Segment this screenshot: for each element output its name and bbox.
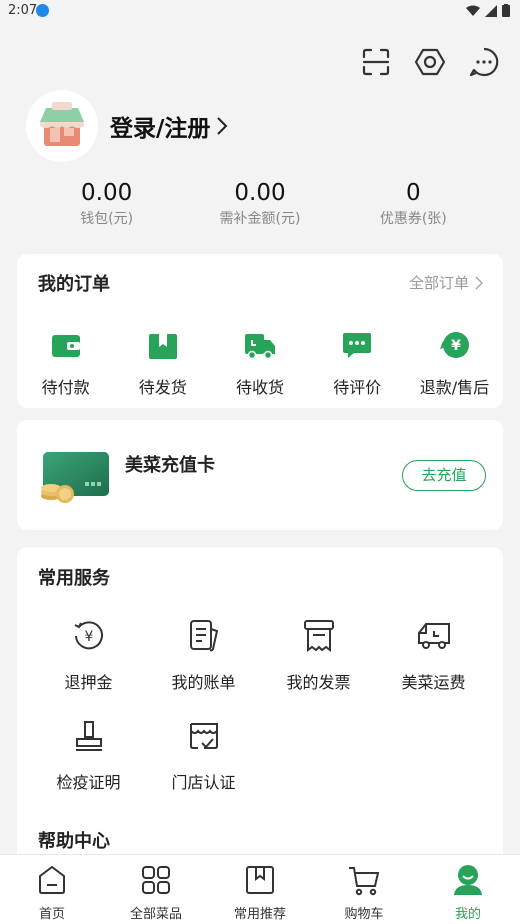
stat-value: 0: [405, 180, 421, 206]
status-time: 2:07: [8, 3, 38, 18]
wallet-icon: [51, 335, 80, 357]
download-icon: [36, 4, 49, 17]
cart-icon: [349, 867, 380, 896]
package-icon: [148, 334, 177, 359]
order-label: 待付款: [41, 378, 90, 397]
service-label: 我的发票: [286, 673, 351, 692]
stat-value: 0.00: [234, 180, 286, 206]
service-label: 门店认证: [171, 773, 236, 792]
services-title: 常用服务: [38, 568, 110, 589]
home-icon: [39, 866, 65, 894]
tab-home[interactable]: 首页: [0, 855, 104, 924]
services-grid: ¥ 退押金 我的账单 我的发票 美菜运费 检疫证明 门店认证: [31, 617, 491, 817]
stat-wallet[interactable]: 0.00 钱包(元): [37, 180, 177, 228]
recharge-card[interactable]: 美菜充值卡 去充值: [17, 420, 503, 530]
system-icons: [466, 4, 510, 17]
truck-icon: [245, 334, 275, 360]
svg-text:¥: ¥: [452, 338, 462, 354]
tab-label: 购物车: [344, 907, 384, 922]
all-orders-link[interactable]: 全部订单: [409, 272, 483, 293]
order-label: 待收货: [236, 378, 285, 397]
chevron-right-icon: [217, 117, 228, 135]
order-pending-review[interactable]: 待评价: [309, 330, 406, 398]
account-stats: 0.00 钱包(元) 0.00 需补金额(元) 0 优惠券(张): [0, 180, 520, 228]
order-label: 退款/售后: [419, 378, 490, 397]
order-refund[interactable]: ¥ 退款/售后: [406, 330, 503, 398]
service-refund-deposit[interactable]: ¥ 退押金: [31, 617, 146, 717]
stat-value: 0.00: [81, 180, 133, 206]
wifi-icon: [466, 5, 480, 16]
order-label: 待发货: [138, 378, 187, 397]
service-freight[interactable]: 美菜运费: [376, 617, 491, 717]
service-label: 我的账单: [171, 673, 236, 692]
service-quarantine[interactable]: 检疫证明: [31, 717, 146, 817]
comment-icon: [343, 333, 372, 358]
message-icon[interactable]: [468, 44, 500, 80]
user-icon: [454, 865, 482, 895]
stamp-icon: [75, 721, 102, 751]
service-label: 美菜运费: [401, 673, 466, 692]
tab-recommended[interactable]: 常用推荐: [208, 855, 312, 924]
bookmark-icon: [246, 866, 274, 894]
service-my-invoices[interactable]: 我的发票: [261, 617, 376, 717]
tab-label: 常用推荐: [233, 907, 286, 922]
services-card: 常用服务 ¥ 退押金 我的账单 我的发票 美菜运费 检疫证明 门店认证 帮助中心: [17, 547, 503, 877]
help-center-title: 帮助中心: [38, 831, 110, 852]
orders-title: 我的订单: [38, 274, 110, 295]
recharge-title: 美菜充值卡: [125, 455, 215, 476]
tab-all-dishes[interactable]: 全部菜品: [104, 855, 208, 924]
avatar[interactable]: [26, 90, 98, 162]
scan-icon[interactable]: [360, 44, 392, 80]
orders-card: 我的订单 全部订单 待付款 待发货 待收货 待评价 ¥ 退款/售后: [17, 254, 503, 408]
tab-label: 首页: [38, 907, 65, 922]
tab-label: 我的: [454, 907, 481, 922]
invoice-icon: [303, 620, 334, 652]
freight-truck-icon: [417, 623, 450, 649]
order-label: 待评价: [333, 378, 382, 397]
bill-icon: [189, 620, 218, 652]
order-pending-receipt[interactable]: 待收货: [211, 330, 308, 398]
service-store-certification[interactable]: 门店认证: [146, 717, 261, 817]
tab-label: 全部菜品: [129, 907, 182, 922]
order-pending-payment[interactable]: 待付款: [17, 330, 114, 398]
all-orders-label: 全部订单: [408, 274, 469, 292]
bottom-tab-bar: 首页 全部菜品 常用推荐 购物车 我的: [0, 854, 520, 924]
chevron-right-icon: [475, 275, 483, 290]
login-link[interactable]: 登录/注册: [110, 109, 228, 143]
stat-label: 需补金额(元): [219, 211, 301, 227]
grid-icon: [142, 866, 170, 894]
service-label: 检疫证明: [56, 773, 121, 792]
stat-coupons[interactable]: 0 优惠券(张): [343, 180, 483, 228]
login-label: 登录/注册: [110, 116, 211, 142]
service-label: 退押金: [64, 673, 113, 692]
deposit-refund-icon: ¥: [74, 621, 103, 650]
recharge-card-image: [39, 450, 129, 510]
order-status-row: 待付款 待发货 待收货 待评价 ¥ 退款/售后: [17, 330, 503, 398]
refund-icon: ¥: [440, 332, 470, 358]
tab-mine[interactable]: 我的: [416, 855, 520, 924]
status-bar: 2:07: [0, 0, 520, 22]
store-verify-icon: [189, 723, 218, 749]
stat-label: 优惠券(张): [379, 211, 447, 227]
settings-icon[interactable]: [414, 44, 446, 80]
stat-label: 钱包(元): [80, 211, 134, 227]
recharge-button[interactable]: 去充值: [402, 460, 486, 491]
profile-header[interactable]: 登录/注册: [26, 90, 228, 162]
service-my-bills[interactable]: 我的账单: [146, 617, 261, 717]
tab-cart[interactable]: 购物车: [312, 855, 416, 924]
signal-icon: [485, 4, 497, 17]
order-pending-shipment[interactable]: 待发货: [114, 330, 211, 398]
stat-supplement[interactable]: 0.00 需补金额(元): [190, 180, 330, 228]
svg-text:¥: ¥: [84, 629, 93, 645]
battery-icon: [502, 4, 510, 17]
top-actions: [360, 44, 500, 80]
